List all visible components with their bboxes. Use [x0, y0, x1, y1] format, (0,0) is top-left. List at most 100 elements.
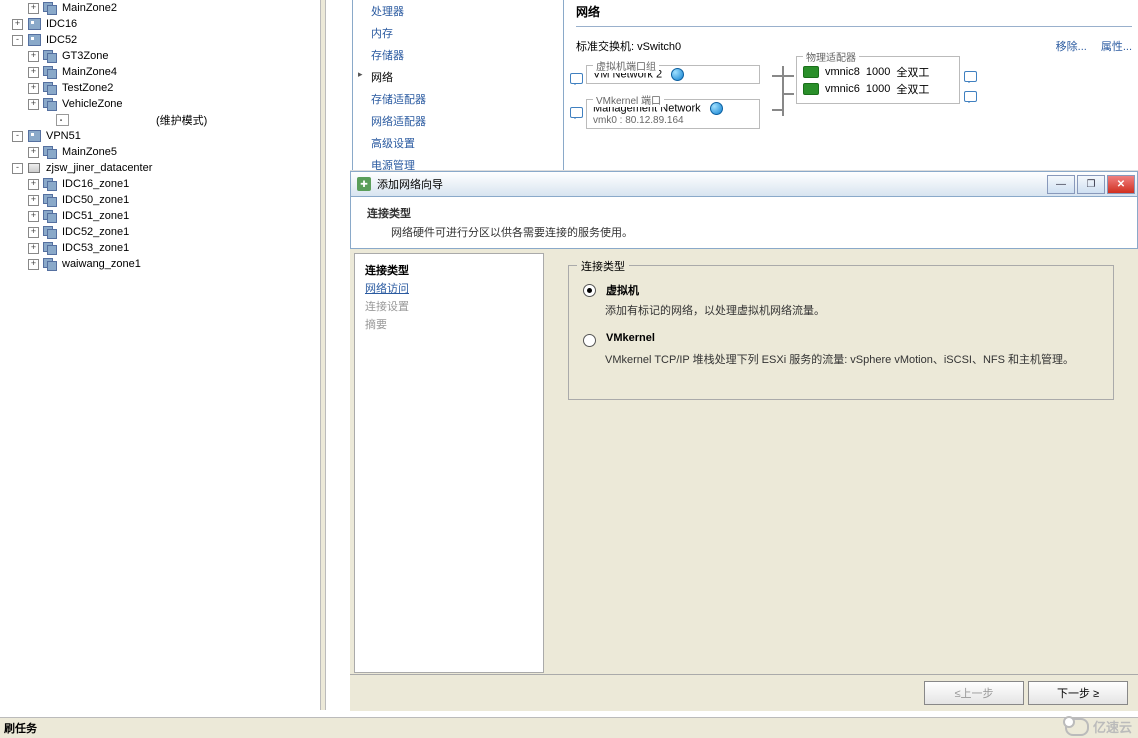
config-item[interactable]: 存储器: [353, 44, 563, 66]
portgroup-vmkernel[interactable]: VMkernel 端口 Management Network vmk0 : 80…: [586, 99, 760, 129]
tree-item-label: VPN51: [44, 130, 83, 142]
nic-row[interactable]: vmnic61000全双工: [803, 80, 953, 97]
dblhost-icon: [43, 2, 57, 14]
wizard-step[interactable]: 网络访问: [365, 280, 533, 296]
tree-item[interactable]: (维护模式): [0, 112, 320, 128]
tree-item-label: VehicleZone: [60, 98, 125, 110]
config-item[interactable]: 高级设置: [353, 132, 563, 154]
expand-icon[interactable]: +: [28, 147, 39, 158]
tree-item-label: MainZone5: [60, 146, 119, 158]
dialog-header-title: 连接类型: [367, 205, 1121, 221]
dialog-header-desc: 网络硬件可进行分区以供各需要连接的服务使用。: [391, 224, 1121, 240]
expand-icon[interactable]: +: [28, 83, 39, 94]
info-icon[interactable]: [570, 107, 583, 118]
option-virtual-machine[interactable]: 虚拟机: [583, 282, 1099, 298]
expand-icon[interactable]: +: [12, 19, 23, 30]
expand-icon[interactable]: +: [28, 3, 39, 14]
info-icon[interactable]: [570, 73, 583, 84]
dialog-header: 连接类型 网络硬件可进行分区以供各需要连接的服务使用。: [350, 197, 1138, 249]
globe-icon: [710, 102, 723, 115]
expand-icon[interactable]: +: [28, 259, 39, 270]
connection-type-group: 连接类型 虚拟机 添加有标记的网络，以处理虚拟机网络流量。 VMkernel V…: [568, 265, 1114, 400]
nic-icon: [803, 83, 819, 95]
tree-item-label: MainZone4: [60, 66, 119, 78]
portgroup-tag: 虚拟机端口组: [593, 58, 659, 73]
tree-item[interactable]: -IDC52: [0, 32, 320, 48]
tree-item[interactable]: +IDC50_zone1: [0, 192, 320, 208]
nic-name: vmnic8: [825, 66, 860, 78]
tree-item[interactable]: + IDC16: [0, 16, 320, 32]
tree-item[interactable]: + IDC53_zone1: [0, 240, 320, 256]
maximize-button[interactable]: ❐: [1077, 175, 1105, 194]
expand-icon[interactable]: -: [12, 35, 23, 46]
expand-icon[interactable]: +: [28, 67, 39, 78]
option-vmkernel[interactable]: VMkernel: [583, 332, 1099, 347]
tree-item[interactable]: - VPN51: [0, 128, 320, 144]
tree-item-label: TestZone2: [60, 82, 115, 94]
inventory-tree[interactable]: + MainZone2 + IDC16 -IDC52 + GT3Zone + MainZone4…: [0, 0, 320, 710]
expand-icon[interactable]: +: [28, 179, 39, 190]
tree-item[interactable]: + MainZone2: [0, 0, 320, 16]
minimize-button[interactable]: —: [1047, 175, 1075, 194]
dialog-title: 添加网络向导: [377, 176, 443, 192]
expand-icon[interactable]: +: [28, 211, 39, 222]
next-button[interactable]: 下一步 ≥: [1028, 681, 1128, 705]
tree-item[interactable]: + GT3Zone: [0, 48, 320, 64]
dialog-titlebar[interactable]: ✚ 添加网络向导 — ❐ ✕: [350, 171, 1138, 197]
tree-item[interactable]: +IDC52_zone1: [0, 224, 320, 240]
tree-item-label: IDC51_zone1: [60, 210, 131, 222]
tree-item-label: GT3Zone: [60, 50, 110, 62]
config-item[interactable]: 内存: [353, 22, 563, 44]
tree-item-label: IDC16: [44, 18, 79, 30]
radio-icon[interactable]: [583, 334, 596, 347]
tree-item[interactable]: + IDC51_zone1: [0, 208, 320, 224]
remove-link[interactable]: 移除...: [1056, 38, 1087, 54]
nic-row[interactable]: vmnic81000全双工: [803, 63, 953, 80]
expand-icon[interactable]: +: [28, 51, 39, 62]
hostico-icon: [27, 18, 41, 30]
dblhost-icon: [43, 242, 57, 254]
nic-icon: [803, 66, 819, 78]
tree-item[interactable]: + waiwang_zone1: [0, 256, 320, 272]
portgroup-vm[interactable]: 虚拟机端口组 VM Network 2: [586, 65, 760, 84]
splitter[interactable]: [320, 0, 326, 710]
expand-icon[interactable]: +: [28, 243, 39, 254]
wizard-step[interactable]: 连接类型: [365, 262, 533, 278]
config-item[interactable]: 处理器: [353, 0, 563, 22]
radio-icon[interactable]: [583, 284, 596, 297]
expand-icon[interactable]: +: [28, 99, 39, 110]
group-label: 连接类型: [577, 258, 629, 274]
option-title: 虚拟机: [606, 282, 639, 298]
tree-item[interactable]: + MainZone4: [0, 64, 320, 80]
wizard-steps: 连接类型网络访问连接设置摘要: [354, 253, 544, 673]
tree-item-label: waiwang_zone1: [60, 258, 143, 270]
info-icon[interactable]: [964, 91, 977, 102]
nic-speed: 1000: [866, 66, 890, 78]
uplink-trunk: [774, 61, 792, 121]
tree-item[interactable]: + TestZone2: [0, 80, 320, 96]
properties-link[interactable]: 属性...: [1101, 38, 1132, 54]
dialog-footer: ≤上一步 下一步 ≥: [350, 674, 1138, 711]
physical-adapters-box: 物理适配器 vmnic81000全双工vmnic61000全双工: [796, 56, 960, 104]
config-item[interactable]: 存储适配器: [353, 88, 563, 110]
info-icon[interactable]: [964, 71, 977, 82]
tree-item[interactable]: + VehicleZone: [0, 96, 320, 112]
tree-item-label: MainZone2: [60, 2, 119, 14]
statusbar: 刷任务: [0, 717, 1138, 738]
tree-item-label: IDC53_zone1: [60, 242, 131, 254]
tree-item[interactable]: +IDC16_zone1: [0, 176, 320, 192]
tree-item[interactable]: -zjsw_jiner_datacenter: [0, 160, 320, 176]
dblhost-icon: [43, 146, 57, 158]
config-item[interactable]: 网络: [353, 66, 563, 88]
network-heading: 网络: [576, 3, 1132, 20]
back-button[interactable]: ≤上一步: [924, 681, 1024, 705]
close-button[interactable]: ✕: [1107, 175, 1135, 194]
expand-icon[interactable]: -: [12, 131, 23, 142]
dblhost-icon: [43, 82, 57, 94]
expand-icon[interactable]: +: [28, 227, 39, 238]
tree-item[interactable]: + MainZone5: [0, 144, 320, 160]
expand-icon[interactable]: +: [28, 195, 39, 206]
config-item[interactable]: 网络适配器: [353, 110, 563, 132]
dcico-icon: [27, 162, 41, 174]
expand-icon[interactable]: -: [12, 163, 23, 174]
